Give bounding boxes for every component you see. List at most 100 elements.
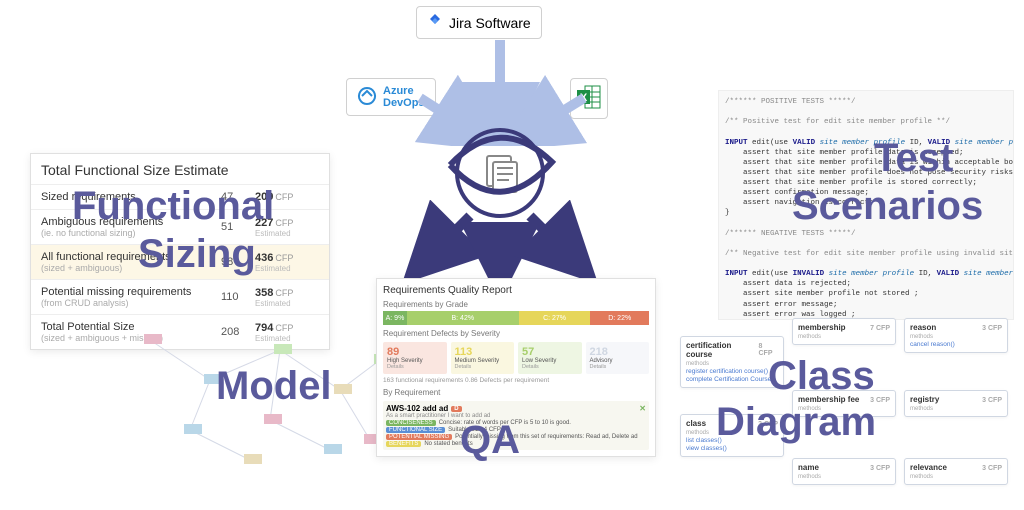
fs-row-name: Potential missing requirements(from CRUD…: [41, 286, 221, 308]
ts-input-kw: INPUT: [725, 139, 748, 147]
class-tile-name: class: [686, 419, 706, 428]
class-tile-cfp: 3 CFP: [982, 397, 1002, 404]
class-method-link[interactable]: view classes(): [686, 445, 778, 452]
class-method-link[interactable]: cancel reason(): [910, 341, 1002, 348]
qa-severity-card[interactable]: 218AdvisoryDetails: [586, 342, 650, 374]
qa-severity-row: 89High SeverityDetails113Medium Severity…: [383, 342, 649, 374]
class-tile-name: registry: [910, 395, 939, 404]
qa-defects-label: Requirement Defects by Severity: [383, 329, 649, 338]
qa-grade-segment: D: 22%: [590, 311, 649, 325]
class-tile[interactable]: certification course8 CFP methodsregister…: [680, 336, 784, 388]
ts-obj4: site member profile: [964, 270, 1014, 278]
test-scenarios-code: /****** POSITIVE TESTS *****/ /** Positi…: [718, 90, 1014, 320]
qa-req-line: FUNCTIONAL SIZESuitable size 4 CFP: [386, 427, 646, 433]
class-tile[interactable]: name 3 CFP methods: [792, 458, 896, 485]
class-methods-label: methods: [910, 406, 1002, 412]
ts-invalid: INVALID: [793, 270, 825, 278]
qa-severity-card[interactable]: 57Low SeverityDetails: [518, 342, 582, 374]
qa-title: Requirements Quality Report: [383, 285, 649, 296]
class-tile[interactable]: reason 3 CFP methodscancel reason(): [904, 318, 1008, 353]
ts-fn: edit(use: [752, 139, 788, 147]
qa-summary: 163 functional requirements 0.86 Defects…: [383, 377, 649, 384]
qa-grade-segment: C: 27%: [519, 311, 591, 325]
qa-severity-card[interactable]: 89High SeverityDetails: [383, 342, 447, 374]
ts-input-kw2: INPUT: [725, 270, 748, 278]
fs-row-count: 51: [221, 221, 255, 233]
ts-valid3: VALID: [937, 270, 960, 278]
class-methods-label: methods: [798, 334, 890, 340]
fs-row-count: 110: [221, 291, 255, 303]
ts-pos-comment: /** Positive test for edit site member p…: [725, 118, 950, 126]
ts-pos-header: /****** POSITIVE TESTS *****/: [725, 98, 856, 106]
fs-row-value: 209CFP: [255, 191, 319, 203]
ts-fn2: edit(use: [752, 270, 788, 278]
ts-obj2: site member profile: [955, 139, 1014, 147]
fs-row-name: Ambiguous requirements(ie. no functional…: [41, 216, 221, 238]
qa-requirement-card: AWS-102 add ad D ✕ As a smart practition…: [383, 401, 649, 450]
qa-report-panel: Requirements Quality Report Requirements…: [376, 278, 656, 457]
class-methods-label: methods: [686, 430, 778, 436]
fs-row-count: 98: [221, 256, 255, 268]
qa-req-line: BENEFITSNo stated benefits: [386, 441, 646, 447]
qa-req-line: POTENTIAL MISSINGPotentially missing fro…: [386, 434, 646, 440]
ts-valid: VALID: [793, 139, 816, 147]
fs-row: All functional requirements(sized + ambi…: [31, 244, 329, 279]
fs-title: Total Functional Size Estimate: [31, 154, 329, 184]
class-tile-cfp: 3 CFP: [870, 397, 890, 404]
qa-by-grade-label: Requirements by Grade: [383, 300, 649, 309]
class-tile-name: name: [798, 463, 819, 472]
fs-row-value: 358CFPEstimated: [255, 287, 319, 308]
qa-req-line: CONCISENESSConcise: rate of words per CF…: [386, 420, 646, 426]
class-methods-label: methods: [798, 406, 890, 412]
class-tile-name: membership fee: [798, 395, 859, 404]
close-icon[interactable]: ✕: [639, 404, 646, 413]
jira-source: Jira Software: [416, 6, 542, 39]
class-methods-label: methods: [910, 334, 1002, 340]
class-tile[interactable]: registry 3 CFP methods: [904, 390, 1008, 417]
class-method-link[interactable]: complete Certification Course(): [686, 376, 778, 383]
class-tile-cfp: 3 CFP: [982, 325, 1002, 332]
class-tile[interactable]: membership 7 CFP methods: [792, 318, 896, 345]
qa-grade-segment: B: 42%: [407, 311, 519, 325]
class-method-link[interactable]: list classes(): [686, 437, 778, 444]
ts-neg-comment: /** Negative test for edit site member p…: [725, 250, 1014, 258]
fs-row: Sized requirements 47 209CFP: [31, 184, 329, 209]
fs-row-count: 47: [221, 191, 255, 203]
class-method-link[interactable]: register certification course(): [686, 368, 778, 375]
ts-neg-header: /****** NEGATIVE TESTS *****/: [725, 230, 856, 238]
fs-row-name: All functional requirements(sized + ambi…: [41, 251, 221, 273]
class-tile-name: reason: [910, 323, 936, 332]
class-methods-label: methods: [686, 361, 778, 367]
qa-grade-segment: A: 9%: [383, 311, 407, 325]
class-tile-name: relevance: [910, 463, 947, 472]
qa-req-id: AWS-102 add ad: [386, 404, 448, 413]
class-tile[interactable]: relevance 3 CFP methods: [904, 458, 1008, 485]
qa-severity-card[interactable]: 113Medium SeverityDetails: [451, 342, 515, 374]
class-tile[interactable]: class 3 CFP methodslist classes()view clas…: [680, 414, 784, 457]
jira-label: Jira Software: [449, 15, 531, 31]
class-tile-name: certification course: [686, 341, 759, 359]
qa-by-req-label: By Requirement: [383, 388, 649, 397]
class-tile-cfp: 7 CFP: [870, 325, 890, 332]
model-graph: [120, 310, 420, 480]
jira-icon: [427, 13, 443, 32]
class-tile-cfp: 3 CFP: [870, 465, 890, 472]
fs-row-value: 227CFPEstimated: [255, 217, 319, 238]
fs-row-value: 436CFPEstimated: [255, 252, 319, 273]
class-tile-cfp: 8 CFP: [759, 343, 779, 357]
class-methods-label: methods: [910, 474, 1002, 480]
class-tile-name: membership: [798, 323, 846, 332]
ts-obj: site member profile: [820, 139, 906, 147]
ts-valid2: VALID: [928, 139, 951, 147]
hub-output-arrows: [400, 200, 600, 280]
qa-grade-bar: A: 9%B: 42%C: 27%D: 22%: [383, 311, 649, 325]
class-methods-label: methods: [798, 474, 890, 480]
fs-row: Potential missing requirements(from CRUD…: [31, 279, 329, 314]
fs-row-name: Sized requirements: [41, 191, 221, 203]
ts-obj3: site member profile: [829, 270, 915, 278]
qa-req-note: As a smart practitioner I want to add ad: [386, 413, 646, 419]
class-tile-cfp: 3 CFP: [982, 465, 1002, 472]
class-tile-cfp: 3 CFP: [758, 421, 778, 428]
fs-row: Ambiguous requirements(ie. no functional…: [31, 209, 329, 244]
class-tile[interactable]: membership fee 3 CFP methods: [792, 390, 896, 417]
